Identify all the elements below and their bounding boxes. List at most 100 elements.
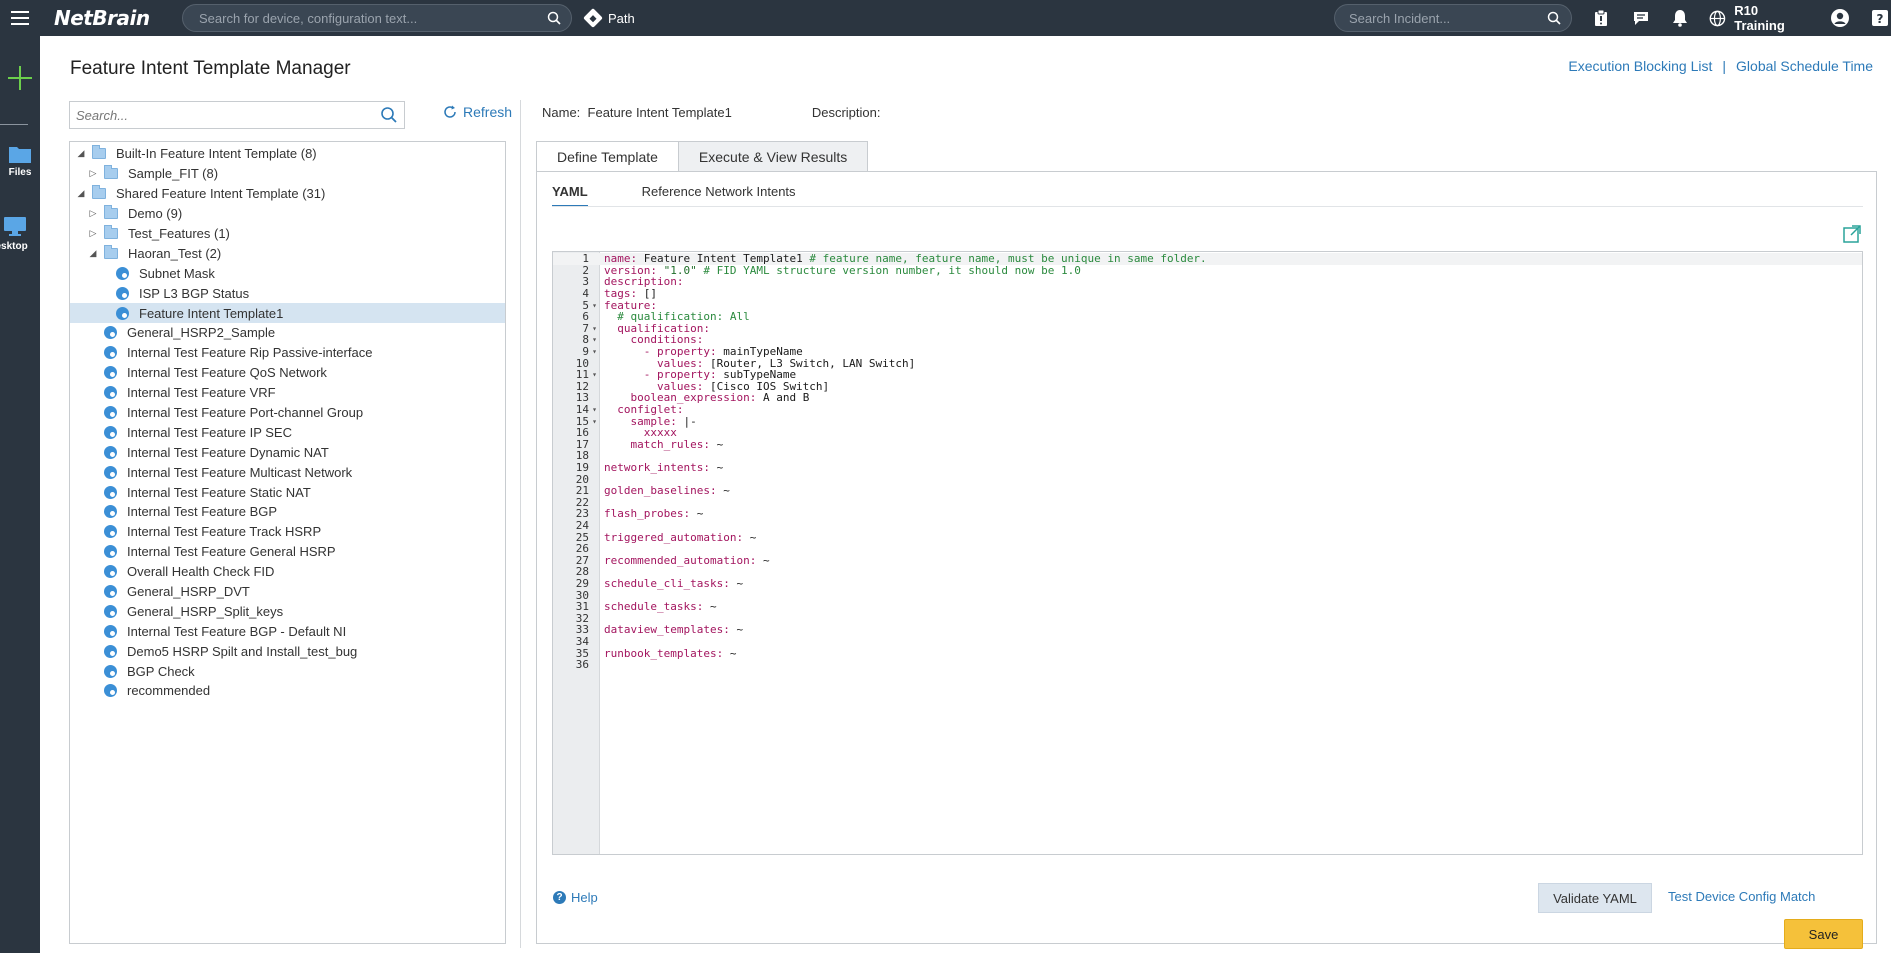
- tree-item[interactable]: General_HSRP_DVT: [70, 582, 505, 602]
- code-line: 25 triggered_automation: ~: [553, 531, 1862, 544]
- tree-item-label: Overall Health Check FID: [127, 564, 275, 580]
- code-line: 24: [553, 519, 1862, 532]
- user-avatar-icon[interactable]: [1829, 7, 1851, 29]
- yaml-editor[interactable]: 1 name: Feature Intent Template1 # featur…: [552, 251, 1863, 855]
- tree-item[interactable]: Internal Test Feature Multicast Network: [70, 462, 505, 482]
- tree-item[interactable]: Demo5 HSRP Spilt and Install_test_bug: [70, 641, 505, 661]
- code-token: runbook_templates:: [604, 646, 730, 660]
- tree-item[interactable]: Feature Intent Template1: [70, 303, 505, 324]
- link-separator: |: [1722, 58, 1727, 74]
- fold-arrow-icon[interactable]: ▾: [589, 405, 600, 414]
- tree-item[interactable]: Overall Health Check FID: [70, 562, 505, 582]
- fold-arrow-icon[interactable]: ▾: [589, 347, 600, 356]
- desktop-nav[interactable]: Desktop: [0, 216, 30, 252]
- feature-template-icon: [104, 604, 117, 618]
- chat-icon[interactable]: [1630, 7, 1652, 29]
- tree-item[interactable]: Internal Test Feature Port-channel Group: [70, 403, 505, 423]
- global-search-input[interactable]: [199, 10, 547, 26]
- tree-item-label: Built-In Feature Intent Template (8): [116, 146, 317, 162]
- tree-item[interactable]: ISP L3 BGP Status: [70, 283, 505, 303]
- tree-item[interactable]: General_HSRP2_Sample: [70, 323, 505, 343]
- files-nav[interactable]: Files: [0, 144, 40, 178]
- subtabs: YAML Reference Network Intents: [552, 184, 796, 207]
- tree-folder[interactable]: ◢ Shared Feature Intent Template (31): [70, 184, 505, 204]
- top-icon-group: R10 Training ?: [1590, 0, 1891, 36]
- name-label: Name:: [542, 105, 581, 120]
- tree-item[interactable]: General_HSRP_Split_keys: [70, 601, 505, 621]
- template-search: [69, 101, 405, 129]
- tree-folder[interactable]: ▷ Sample_FIT (8): [70, 164, 505, 184]
- search-icon[interactable]: [1547, 11, 1561, 25]
- fold-arrow-icon[interactable]: ▾: [589, 335, 600, 344]
- execution-blocking-list-link[interactable]: Execution Blocking List: [1568, 58, 1712, 74]
- tree-item[interactable]: Internal Test Feature BGP: [70, 502, 505, 522]
- validate-yaml-button[interactable]: Validate YAML: [1538, 883, 1652, 913]
- tree-item-label: Internal Test Feature VRF: [127, 385, 276, 401]
- code-line: 3 description:: [553, 275, 1862, 288]
- tab-define-template[interactable]: Define Template: [536, 141, 679, 172]
- tree-item[interactable]: Internal Test Feature Track HSRP: [70, 522, 505, 542]
- tree-folder[interactable]: ▷ Test_Features (1): [70, 224, 505, 244]
- collapse-icon[interactable]: ◢: [76, 148, 86, 159]
- fold-arrow-icon[interactable]: ▾: [589, 417, 600, 426]
- refresh-button[interactable]: Refresh: [443, 104, 512, 120]
- tree-item[interactable]: recommended: [70, 681, 505, 701]
- save-button[interactable]: Save: [1784, 919, 1863, 949]
- incident-search-input[interactable]: [1349, 10, 1547, 26]
- fold-arrow-icon[interactable]: ▾: [589, 324, 600, 333]
- help-link[interactable]: ? Help: [553, 890, 598, 905]
- tree-item[interactable]: BGP Check: [70, 661, 505, 681]
- tree-folder[interactable]: ◢ Haoran_Test (2): [70, 243, 505, 263]
- fold-arrow-icon[interactable]: ▾: [589, 370, 600, 379]
- template-search-input[interactable]: [76, 107, 380, 123]
- collapse-icon[interactable]: ◢: [76, 188, 86, 199]
- feature-template-icon: [104, 406, 117, 420]
- expand-icon[interactable]: ▷: [88, 208, 98, 219]
- tree-item[interactable]: Internal Test Feature General HSRP: [70, 542, 505, 562]
- tree-item[interactable]: Subnet Mask: [70, 263, 505, 283]
- code-token: recommended_automation:: [604, 553, 763, 567]
- fold-arrow-icon[interactable]: ▾: [589, 301, 600, 310]
- tree-item[interactable]: Internal Test Feature IP SEC: [70, 422, 505, 442]
- tree-item[interactable]: Internal Test Feature Rip Passive-interf…: [70, 343, 505, 363]
- menu-icon[interactable]: [0, 0, 40, 36]
- bell-icon[interactable]: [1670, 7, 1692, 29]
- netbrain-logo: NetBrain: [54, 6, 150, 30]
- tree-item[interactable]: Internal Test Feature Static NAT: [70, 482, 505, 502]
- name-value: Feature Intent Template1: [587, 105, 732, 120]
- tree-folder[interactable]: ▷ Demo (9): [70, 204, 505, 224]
- open-external-icon[interactable]: [1842, 224, 1862, 244]
- tree-item-label: Internal Test Feature Dynamic NAT: [127, 444, 329, 460]
- subtab-reference-network-intents[interactable]: Reference Network Intents: [642, 184, 796, 207]
- help-circle-icon: ?: [553, 891, 566, 904]
- tree-item[interactable]: Internal Test Feature QoS Network: [70, 363, 505, 383]
- help-icon[interactable]: ?: [1869, 7, 1891, 29]
- incident-icon[interactable]: [1590, 7, 1612, 29]
- expand-icon[interactable]: ▷: [88, 228, 98, 239]
- tree-folder[interactable]: ◢ Built-In Feature Intent Template (8): [70, 144, 505, 164]
- global-schedule-time-link[interactable]: Global Schedule Time: [1736, 58, 1873, 74]
- subtab-yaml[interactable]: YAML: [552, 184, 588, 207]
- test-device-config-match-link[interactable]: Test Device Config Match: [1668, 889, 1815, 904]
- expand-icon[interactable]: ▷: [88, 168, 98, 179]
- code-text: dataview_templates: ~: [600, 623, 743, 636]
- code-text: schedule_tasks: ~: [600, 600, 717, 613]
- code-line: 22: [553, 496, 1862, 509]
- add-icon[interactable]: [6, 64, 34, 92]
- domain-selector[interactable]: R10 Training: [1709, 3, 1811, 33]
- tree-item-label: Feature Intent Template1: [139, 305, 284, 321]
- tree-item[interactable]: Internal Test Feature BGP - Default NI: [70, 621, 505, 641]
- global-search: [182, 4, 572, 32]
- collapse-icon[interactable]: ◢: [88, 248, 98, 258]
- tree-item[interactable]: Internal Test Feature Dynamic NAT: [70, 442, 505, 462]
- search-icon[interactable]: [547, 11, 561, 25]
- tree-item-label: Internal Test Feature Static NAT: [127, 484, 311, 500]
- tree-item[interactable]: Internal Test Feature VRF: [70, 383, 505, 403]
- code-line: 7 ▾ qualification:: [553, 322, 1862, 335]
- tab-execute-view-results[interactable]: Execute & View Results: [677, 141, 869, 172]
- globe-icon: [1709, 10, 1726, 26]
- path-button[interactable]: Path: [583, 8, 635, 28]
- search-icon[interactable]: [380, 106, 398, 124]
